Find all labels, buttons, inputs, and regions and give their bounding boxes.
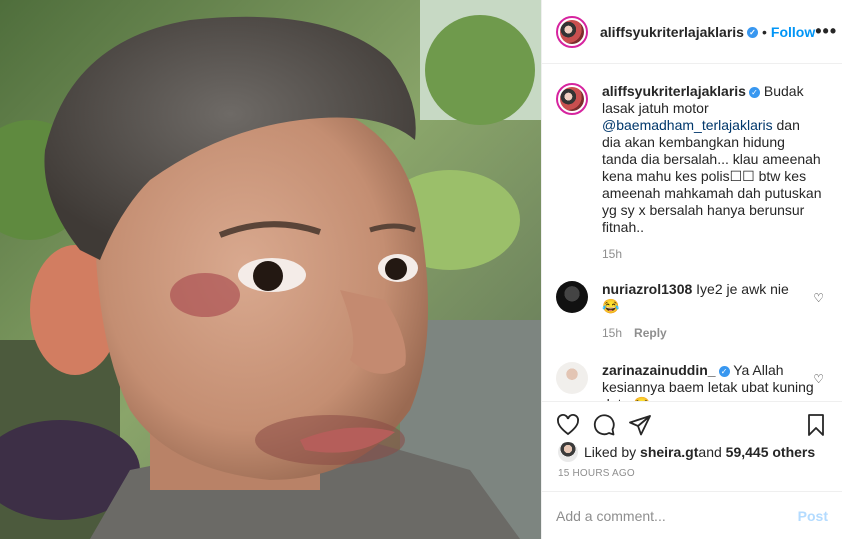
post-timestamp[interactable]: 15 HOURS AGO xyxy=(558,468,635,479)
author-username-text[interactable]: aliffsyukriterlajaklaris xyxy=(600,24,744,40)
share-icon[interactable] xyxy=(628,413,652,437)
caption-body: aliffsyukriterlajaklaris ✓ Budak lasak ja… xyxy=(602,83,822,263)
likes-summary: Liked by sheira.gt and 59,445 others xyxy=(558,442,815,462)
caption-mention-link[interactable]: @baemadham_terlajaklaris xyxy=(602,117,773,133)
post-header: aliffsyukriterlajaklaris ✓ • Follow ••• xyxy=(542,0,842,64)
verified-badge-icon: ✓ xyxy=(746,27,758,39)
comment-text: zarinazainuddin_ ✓ Ya Allah kesiannya bae… xyxy=(602,362,822,401)
commenter-username[interactable]: zarinazainuddin_ xyxy=(602,362,716,378)
liker-username[interactable]: sheira.gt xyxy=(640,444,698,460)
more-options-icon[interactable]: ••• xyxy=(815,21,837,42)
comment-message: Iye2 je awk nie xyxy=(696,281,789,297)
caption-time: 15h xyxy=(602,247,623,261)
caption-avatar-image xyxy=(560,87,584,111)
comment-item: nuriazrol1308 Iye2 je awk nie 😂 15h Reply … xyxy=(556,281,826,342)
like-heart-icon[interactable] xyxy=(556,413,580,437)
caption-username[interactable]: aliffsyukriterlajaklaris xyxy=(602,83,746,99)
comment-body: nuriazrol1308 Iye2 je awk nie 😂 15h Reply xyxy=(602,281,822,342)
add-comment-input[interactable] xyxy=(556,507,798,524)
verified-badge-icon: ✓ xyxy=(718,365,730,377)
comments-list[interactable]: aliffsyukriterlajaklaris ✓ Budak lasak ja… xyxy=(542,65,842,401)
comment-time: 15h xyxy=(602,326,623,340)
commenter-avatar[interactable] xyxy=(556,362,588,394)
reply-button[interactable]: Reply xyxy=(634,326,667,340)
caption-text-part: dan dia akan kembangkan hidung tanda dia… xyxy=(602,117,822,235)
comment-item: zarinazainuddin_ ✓ Ya Allah kesiannya bae… xyxy=(556,362,826,401)
add-comment-bar: Post xyxy=(542,491,842,539)
post-side-panel: aliffsyukriterlajaklaris ✓ • Follow ••• a… xyxy=(541,0,842,539)
verified-badge-icon: ✓ xyxy=(748,86,760,98)
comment-icon[interactable] xyxy=(592,413,616,437)
caption-avatar[interactable] xyxy=(556,83,588,115)
header-separator: • xyxy=(761,23,767,40)
instagram-post-modal: aliffsyukriterlajaklaris ✓ • Follow ••• a… xyxy=(0,0,842,539)
boy-with-bruised-face-image xyxy=(0,0,541,539)
comment-like-heart-icon[interactable]: ♡ xyxy=(813,291,824,305)
likes-prefix: Liked by xyxy=(584,444,637,460)
commenter-username[interactable]: nuriazrol1308 xyxy=(602,281,692,297)
comment-like-heart-icon[interactable]: ♡ xyxy=(813,372,824,386)
author-avatar-image xyxy=(560,19,584,44)
caption-text: aliffsyukriterlajaklaris ✓ Budak lasak ja… xyxy=(602,83,822,236)
comment-meta: 15h Reply xyxy=(602,325,822,342)
bookmark-icon[interactable] xyxy=(804,413,828,437)
liker-avatar[interactable] xyxy=(558,442,578,462)
caption-item: aliffsyukriterlajaklaris ✓ Budak lasak ja… xyxy=(556,83,826,263)
comment-text: nuriazrol1308 Iye2 je awk nie 😂 xyxy=(602,281,822,315)
author-username[interactable]: aliffsyukriterlajaklaris ✓ xyxy=(600,24,758,40)
comment-body: zarinazainuddin_ ✓ Ya Allah kesiannya bae… xyxy=(602,362,822,401)
post-actions-bar xyxy=(542,401,842,447)
author-avatar[interactable] xyxy=(556,15,588,48)
commenter-avatar[interactable] xyxy=(556,281,588,313)
laugh-emoji-icon: 😂 xyxy=(602,298,620,314)
likes-count-link[interactable]: 59,445 others xyxy=(726,444,816,460)
likes-middle: and xyxy=(698,444,722,460)
follow-button[interactable]: Follow xyxy=(771,24,815,40)
post-comment-button[interactable]: Post xyxy=(798,508,828,524)
post-photo[interactable] xyxy=(0,0,541,539)
